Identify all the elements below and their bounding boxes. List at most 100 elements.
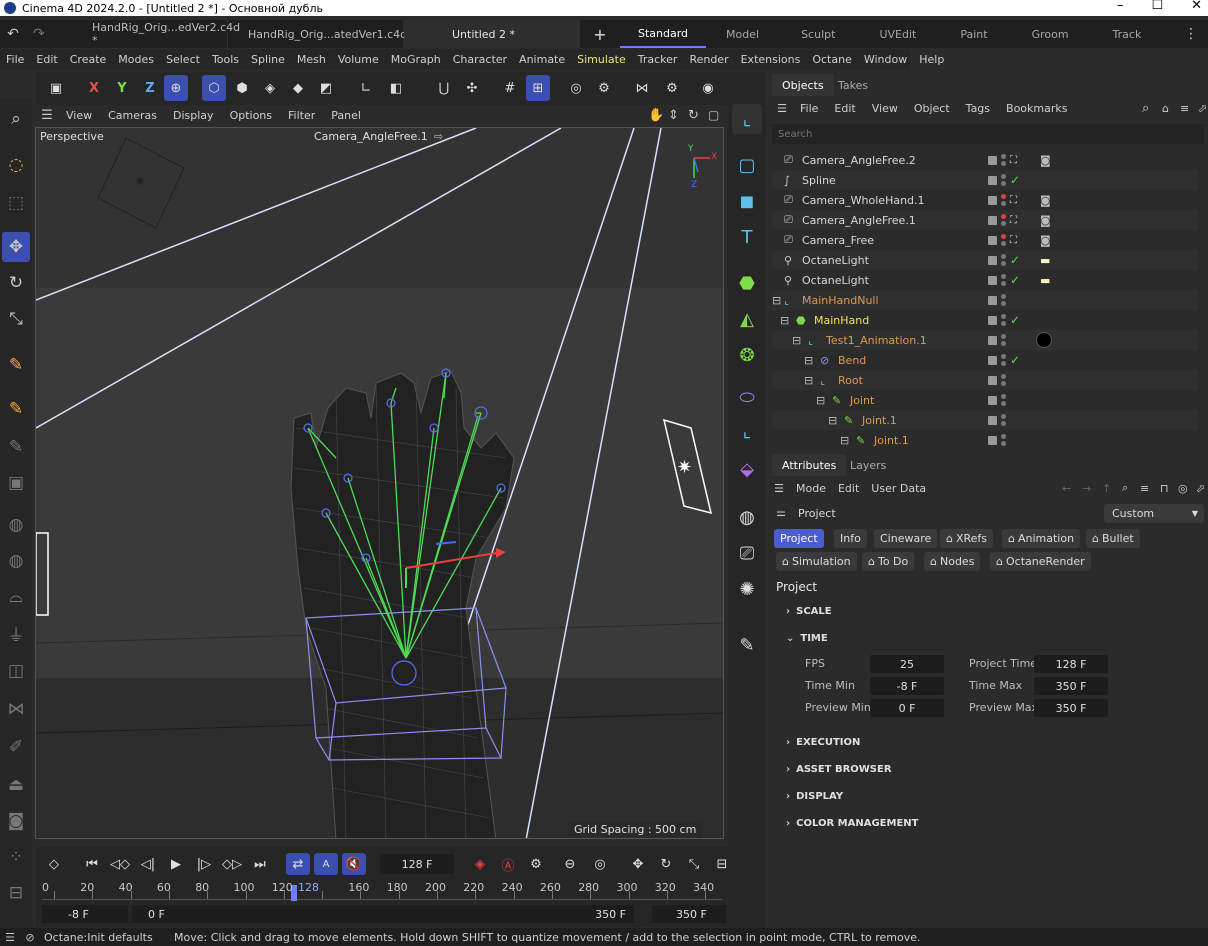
- object-row[interactable]: ⎚ Camera_Free ⛶ ◙: [772, 230, 1198, 250]
- world-space-icon[interactable]: ⊕: [164, 75, 188, 101]
- expand-icon[interactable]: ⊟: [792, 334, 801, 347]
- editor-visibility-dot[interactable]: [1001, 214, 1006, 219]
- chip-octanerender[interactable]: ⌂ OctaneRender: [990, 552, 1091, 571]
- menu-tracker[interactable]: Tracker: [632, 53, 684, 66]
- symmetry-icon[interactable]: ⋈: [630, 75, 654, 101]
- camera-link-icon[interactable]: ⇨: [434, 130, 443, 143]
- cube-icon[interactable]: ◼: [732, 186, 762, 216]
- preview-max-field[interactable]: 350 F: [1034, 699, 1108, 717]
- section-asset-browser[interactable]: › ASSET BROWSER: [786, 764, 892, 775]
- light-create-icon[interactable]: ✺: [732, 574, 762, 604]
- menu-create[interactable]: Create: [64, 53, 113, 66]
- menu-tools[interactable]: Tools: [206, 53, 245, 66]
- chip-project[interactable]: Project: [774, 529, 824, 548]
- visibility-dots[interactable]: [1001, 374, 1006, 386]
- param-key-icon[interactable]: ⊟: [710, 853, 734, 875]
- workplane-icon[interactable]: ◧: [384, 75, 408, 101]
- points-mode-icon[interactable]: ⬢: [230, 75, 254, 101]
- chip-nodes[interactable]: ⌂ Nodes: [924, 552, 981, 571]
- magnet-icon[interactable]: ⋃: [432, 75, 456, 101]
- object-row[interactable]: ⊟ ⌞ Root: [772, 370, 1198, 390]
- loop-icon[interactable]: ⇄: [286, 853, 310, 875]
- knife-tool-icon[interactable]: ▣: [2, 468, 30, 498]
- visibility-dots[interactable]: [1001, 414, 1006, 426]
- scale-tool-icon[interactable]: ⤡: [2, 304, 30, 334]
- prev-key-icon[interactable]: ◁◇: [108, 853, 132, 875]
- editor-visibility-dot[interactable]: [1001, 394, 1006, 399]
- camera-create-icon[interactable]: ⎚: [732, 538, 762, 568]
- render-visibility-dot[interactable]: [1001, 421, 1006, 426]
- editor-visibility-dot[interactable]: [1001, 194, 1006, 199]
- lock-icon[interactable]: ⊖: [558, 853, 582, 875]
- layout-tab-uvedit[interactable]: UVEdit: [857, 20, 938, 48]
- model-mode-icon[interactable]: ⬡: [202, 75, 226, 101]
- render-visibility-dot[interactable]: [1001, 181, 1006, 186]
- x-axis-button[interactable]: X: [82, 75, 106, 101]
- editor-visibility-dot[interactable]: [1001, 274, 1006, 279]
- menu-window[interactable]: Window: [858, 53, 913, 66]
- composition-tag-icon[interactable]: ⛶: [1010, 215, 1024, 226]
- doc-tab-2[interactable]: HandRig_Orig...atedVer1.c4d: [228, 20, 407, 48]
- chip-info[interactable]: Info: [834, 529, 867, 548]
- up-arrow-icon[interactable]: ↑: [1096, 482, 1117, 495]
- menu-mograph[interactable]: MoGraph: [385, 53, 447, 66]
- visibility-dots[interactable]: [1001, 214, 1006, 226]
- section-color-management[interactable]: › COLOR MANAGEMENT: [786, 818, 918, 829]
- menu-simulate[interactable]: Simulate: [571, 53, 632, 66]
- render-visibility-dot[interactable]: [1001, 221, 1006, 226]
- layout-tab-standard[interactable]: Standard: [620, 20, 707, 48]
- render-visibility-dot[interactable]: [1001, 201, 1006, 206]
- octane-camera-tag-icon[interactable]: ◙: [1040, 154, 1051, 167]
- layer-box-icon[interactable]: [988, 395, 997, 405]
- extrude-tool-icon[interactable]: ◍: [2, 510, 30, 540]
- layer-box-icon[interactable]: [988, 355, 997, 365]
- object-row[interactable]: ⊟ ⌞ Test1_Animation.1: [772, 330, 1198, 350]
- preset-dropdown[interactable]: Custom ▼: [1104, 504, 1204, 523]
- keyframe-icon[interactable]: ◇: [42, 853, 66, 875]
- octane-camera-tag-icon[interactable]: ◙: [1040, 214, 1051, 227]
- chip-cineware[interactable]: Cineware: [874, 529, 938, 548]
- autokey-icon[interactable]: A: [314, 853, 338, 875]
- visibility-dots[interactable]: [1001, 254, 1006, 266]
- menu-character[interactable]: Character: [447, 53, 513, 66]
- chip-xrefs[interactable]: ⌂ XRefs: [940, 529, 994, 548]
- redo-icon[interactable]: ↷: [26, 26, 52, 42]
- editor-visibility-dot[interactable]: [1001, 334, 1006, 339]
- octane-camera-tag-icon[interactable]: ◙: [1040, 234, 1051, 247]
- editor-visibility-dot[interactable]: [1001, 434, 1006, 439]
- maximize-view-icon[interactable]: ▢: [708, 108, 719, 122]
- range-end-field[interactable]: 350 F: [652, 905, 726, 923]
- editor-visibility-dot[interactable]: [1001, 174, 1006, 179]
- viewport-menu-display[interactable]: Display: [165, 109, 222, 122]
- editor-visibility-dot[interactable]: [1001, 154, 1006, 159]
- obj-menu-edit[interactable]: Edit: [826, 102, 863, 115]
- axis-mode-icon[interactable]: ∟: [354, 75, 378, 101]
- object-row[interactable]: ⊟ ✎ Joint.1: [772, 430, 1198, 450]
- grid-snap-icon[interactable]: #: [498, 75, 522, 101]
- layout-tab-sculpt[interactable]: Sculpt: [779, 20, 857, 48]
- loop-tool-icon[interactable]: ◫: [2, 656, 30, 686]
- record-icon[interactable]: ◈: [468, 853, 492, 875]
- project-time-field[interactable]: 128 F: [1034, 655, 1108, 673]
- sculpt-tool-icon[interactable]: ✎: [2, 432, 30, 462]
- layout-tab-model[interactable]: Model: [706, 20, 779, 48]
- chip-bullet[interactable]: ⌂ Bullet: [1086, 529, 1140, 548]
- uv-mode-icon[interactable]: ◩: [314, 75, 338, 101]
- object-row[interactable]: ⊟ ✎ Joint.1: [772, 410, 1198, 430]
- forward-arrow-icon[interactable]: →: [1076, 482, 1097, 495]
- position-key-icon[interactable]: ✥: [626, 853, 650, 875]
- effector-icon[interactable]: ❂: [732, 340, 762, 370]
- chip-simulation[interactable]: ⌂ Simulation: [776, 552, 857, 571]
- layer-box-icon[interactable]: [988, 415, 997, 425]
- search-icon[interactable]: ⌕: [2, 104, 30, 134]
- render-visibility-dot[interactable]: [1001, 381, 1006, 386]
- object-row[interactable]: ⚲ OctaneLight ✓ ▬: [772, 270, 1198, 290]
- autokey-record-icon[interactable]: Ⓐ: [496, 853, 520, 875]
- maximize-button[interactable]: ☐: [1151, 0, 1163, 13]
- menu-edit[interactable]: Edit: [30, 53, 63, 66]
- menu-mesh[interactable]: Mesh: [291, 53, 332, 66]
- environment-icon[interactable]: ◍: [732, 502, 762, 532]
- obj-menu-object[interactable]: Object: [906, 102, 958, 115]
- time-max-field[interactable]: 350 F: [1034, 677, 1108, 695]
- visibility-dots[interactable]: [1001, 354, 1006, 366]
